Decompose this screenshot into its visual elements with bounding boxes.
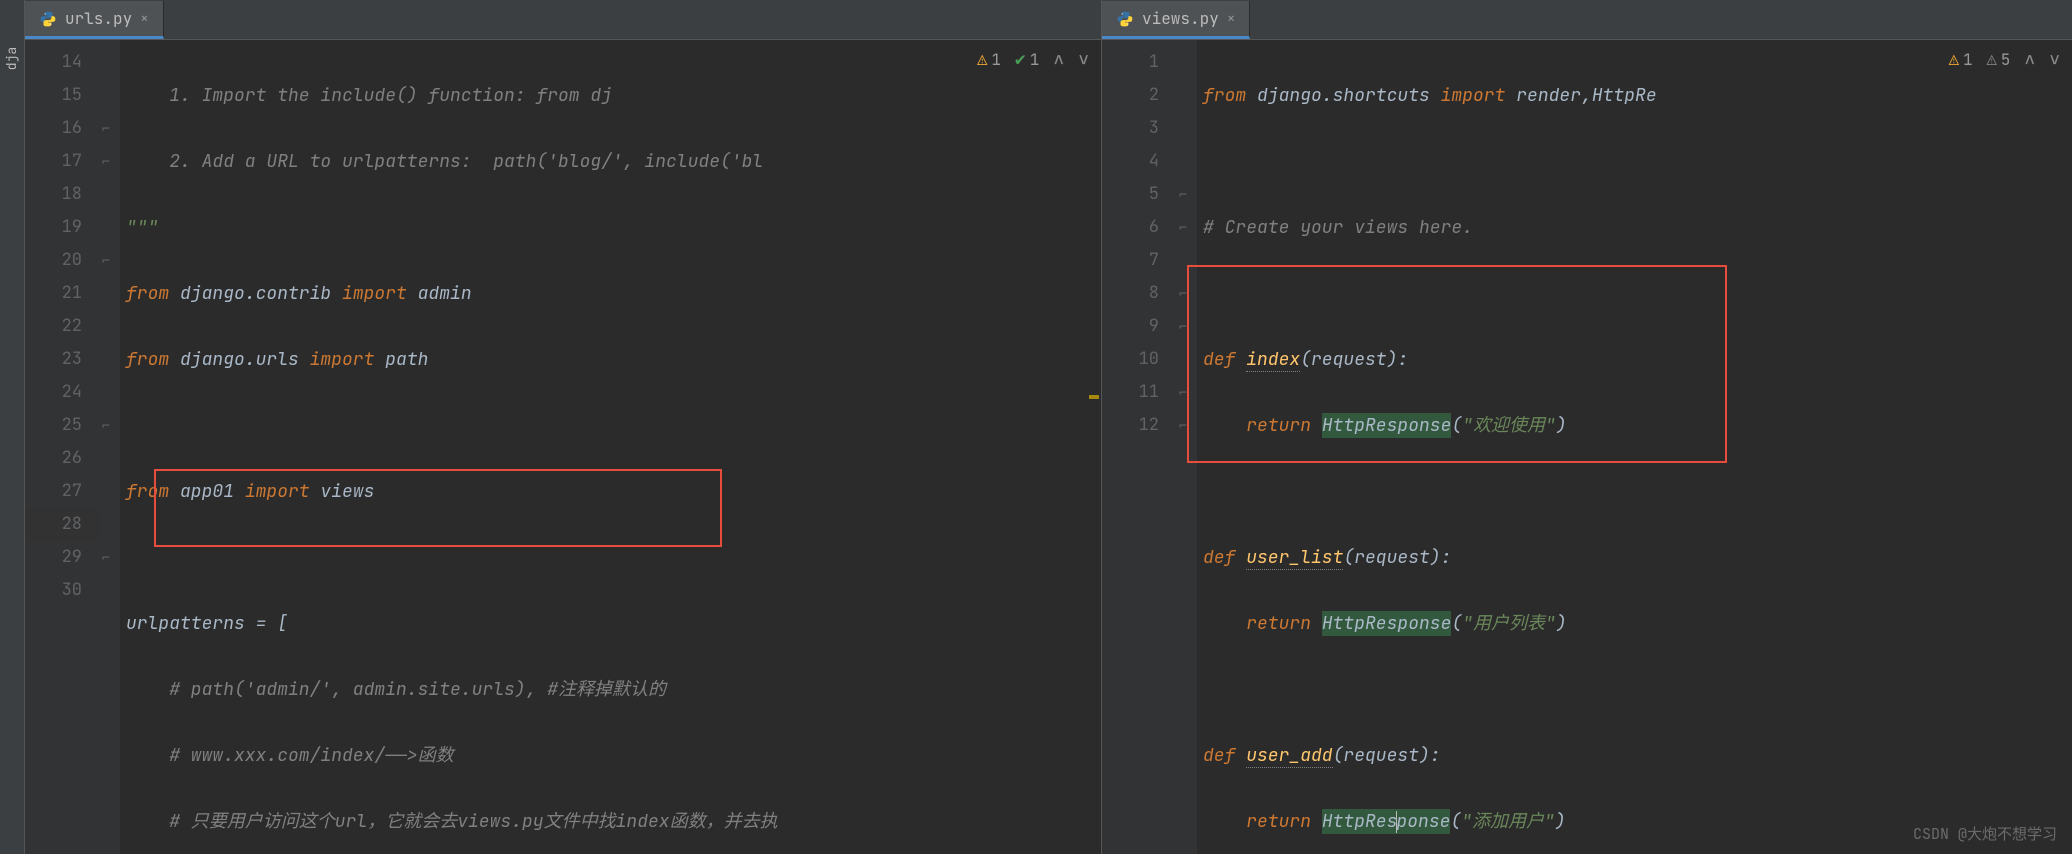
split-editor: urls.py × ⚠1 ✔1 ∧ ∨ 14151617181920212223… [25, 0, 2072, 854]
sidebar-label: dja [4, 47, 21, 70]
fold-start-icon[interactable]: ⌐ [1179, 277, 1187, 310]
python-file-icon [39, 10, 57, 28]
close-icon[interactable]: × [1227, 10, 1235, 28]
nav-up-icon[interactable]: ∧ [1053, 48, 1064, 71]
warning-indicator[interactable]: ⚠1 [977, 49, 1001, 71]
inspections-bar-left[interactable]: ⚠1 ✔1 ∧ ∨ [977, 48, 1089, 71]
python-file-icon [1116, 10, 1134, 28]
tab-filename: urls.py [65, 8, 132, 29]
tab-bar-right: views.py × [1102, 0, 2072, 40]
warning-triangle-icon: ⚠ [977, 49, 987, 71]
nav-up-icon[interactable]: ∧ [2024, 48, 2035, 71]
tool-window-bar[interactable]: dja [0, 0, 25, 854]
line-gutter-left[interactable]: 1415161718192021222324252627282930 [25, 40, 100, 854]
inspections-bar-right[interactable]: ⚠1 ⚠5 ∧ ∨ [1949, 48, 2060, 71]
weak-warning-indicator[interactable]: ⚠5 [1987, 49, 2011, 71]
fold-start-icon[interactable]: ⌐ [102, 145, 110, 178]
fold-end-icon[interactable]: ⌐ [102, 112, 110, 145]
fold-start-icon[interactable]: ⌐ [102, 409, 110, 442]
fold-start-icon[interactable]: ⌐ [1179, 376, 1187, 409]
code-content-right[interactable]: from django.shortcuts import render,Http… [1197, 40, 2072, 854]
fold-start-icon[interactable]: ⌐ [102, 244, 110, 277]
fold-column-left[interactable]: ⌐ ⌐ ⌐ ⌐ ⌐ [100, 40, 120, 854]
tab-bar-left: urls.py × [25, 0, 1101, 40]
warning-indicator[interactable]: ⚠1 [1949, 49, 1973, 71]
fold-end-icon[interactable]: ⌐ [1179, 409, 1187, 442]
warning-triangle-gray-icon: ⚠ [1987, 49, 1997, 71]
scroll-marker[interactable] [1089, 395, 1099, 399]
warning-triangle-icon: ⚠ [1949, 49, 1959, 71]
tab-urls-py[interactable]: urls.py × [25, 1, 164, 39]
editor-pane-left: urls.py × ⚠1 ✔1 ∧ ∨ 14151617181920212223… [25, 0, 1102, 854]
watermark: CSDN @大炮不想学习 [1913, 823, 2057, 844]
fold-column-right[interactable]: ⌐ ⌐ ⌐ ⌐ ⌐ ⌐ [1177, 40, 1197, 854]
close-icon[interactable]: × [140, 10, 148, 28]
line-gutter-right[interactable]: 123456789101112 [1102, 40, 1177, 854]
tab-filename: views.py [1142, 8, 1219, 29]
editor-right[interactable]: ⚠1 ⚠5 ∧ ∨ 123456789101112 ⌐ ⌐ ⌐ ⌐ ⌐ ⌐ fr… [1102, 40, 2072, 854]
checkmark-indicator[interactable]: ✔1 [1015, 48, 1039, 71]
check-icon: ✔ [1015, 48, 1026, 71]
fold-start-icon[interactable]: ⌐ [1179, 178, 1187, 211]
fold-end-icon[interactable]: ⌐ [1179, 211, 1187, 244]
editor-pane-right: views.py × ⚠1 ⚠5 ∧ ∨ 123456789101112 ⌐ ⌐… [1102, 0, 2072, 854]
nav-down-icon[interactable]: ∨ [1078, 48, 1089, 71]
tab-views-py[interactable]: views.py × [1102, 1, 1250, 39]
fold-end-icon[interactable]: ⌐ [1179, 310, 1187, 343]
fold-end-icon[interactable]: ⌐ [102, 541, 110, 574]
code-content-left[interactable]: 1. Import the include() function: from d… [120, 40, 1101, 854]
editor-left[interactable]: ⚠1 ✔1 ∧ ∨ 141516171819202122232425262728… [25, 40, 1101, 854]
nav-down-icon[interactable]: ∨ [2049, 48, 2060, 71]
